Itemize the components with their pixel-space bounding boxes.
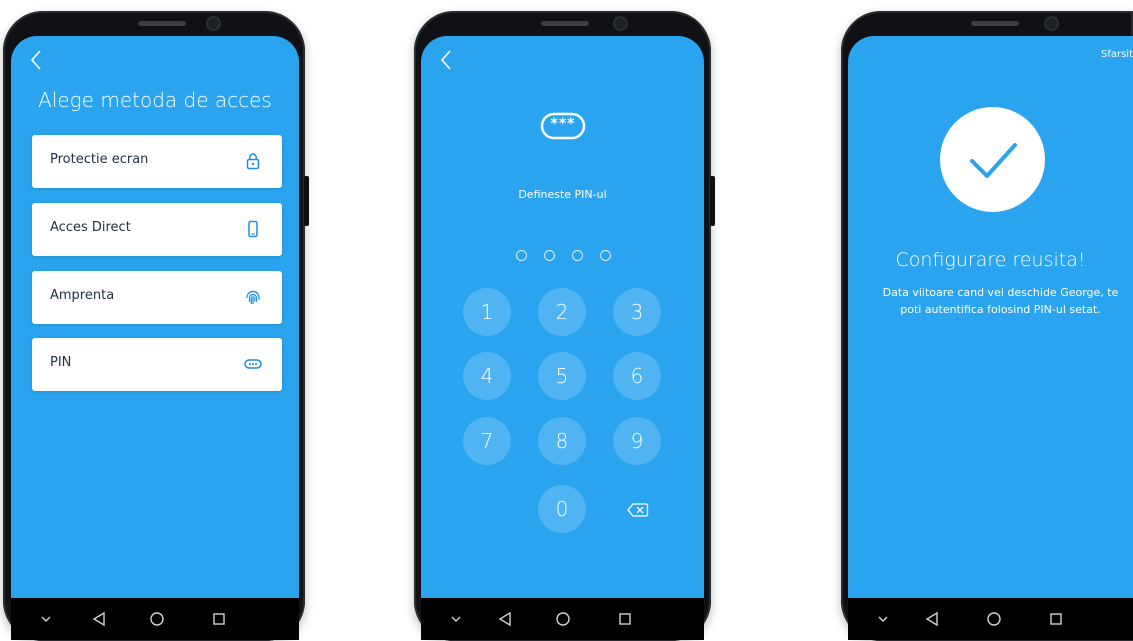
backspace-icon[interactable]: [627, 502, 649, 518]
keypad-key-1[interactable]: 1: [463, 288, 511, 336]
recents-square-icon[interactable]: [1048, 608, 1064, 630]
method-label: Protectie ecran: [50, 152, 149, 167]
phone-speaker: [138, 21, 186, 26]
pin-badge-icon: ***: [539, 108, 587, 148]
success-check-icon: [940, 107, 1045, 212]
android-navbar: [11, 598, 299, 640]
pin-subtitle: Defineste PIN-ul: [518, 188, 607, 201]
phone-camera: [1046, 18, 1057, 29]
chevron-down-icon[interactable]: [39, 608, 53, 630]
back-arrow-icon[interactable]: [437, 48, 457, 72]
phone-setup-success: Sfarsit Configurare reusita! Data viitoa…: [841, 11, 1133, 641]
keypad-key-7[interactable]: 7: [463, 417, 511, 465]
back-arrow-icon[interactable]: [27, 48, 47, 72]
pin-dot: [572, 250, 583, 261]
phone-speaker: [971, 21, 1019, 26]
page-title: Alege metoda de acces: [38, 88, 272, 112]
screen-setup-success: Sfarsit Configurare reusita! Data viitoa…: [848, 36, 1133, 640]
phone-icon: [248, 220, 258, 238]
keypad-key-9[interactable]: 9: [613, 417, 661, 465]
back-triangle-icon[interactable]: [91, 608, 107, 630]
phone-side-button: [710, 176, 715, 226]
phone-camera: [208, 18, 219, 29]
recents-square-icon[interactable]: [211, 608, 227, 630]
android-navbar: [421, 598, 704, 640]
keypad-key-8[interactable]: 8: [538, 417, 586, 465]
phone-camera: [615, 18, 626, 29]
success-message-line: poti autentifica folosind PIN-ul setat.: [900, 303, 1101, 316]
screen-access-method: Alege metoda de acces Protectie ecran Ac…: [11, 36, 299, 640]
success-message: Data viitoare cand vei deschide George, …: [848, 284, 1133, 318]
pin-dot: [516, 250, 527, 261]
method-pin[interactable]: PIN: [32, 338, 282, 391]
keypad-key-5[interactable]: 5: [538, 352, 586, 400]
back-triangle-icon[interactable]: [497, 608, 513, 630]
keypad-key-0[interactable]: 0: [538, 485, 586, 533]
home-circle-icon[interactable]: [986, 608, 1002, 630]
lock-icon: [246, 153, 260, 170]
phone-pin-setup: *** Defineste PIN-ul 1 2 3 4 5 6 7 8 9 0: [414, 11, 715, 641]
phone-speaker: [541, 21, 589, 26]
pin-dot: [544, 250, 555, 261]
chevron-down-icon[interactable]: [876, 608, 890, 630]
keypad-key-4[interactable]: 4: [463, 352, 511, 400]
android-navbar: [848, 598, 1133, 640]
fingerprint-icon: [246, 290, 260, 304]
keypad-key-2[interactable]: 2: [538, 288, 586, 336]
method-label: Amprenta: [50, 288, 115, 303]
home-circle-icon[interactable]: [149, 608, 165, 630]
method-label: Acces Direct: [50, 220, 131, 235]
pin-dot: [600, 250, 611, 261]
success-title: Configurare reusita!: [895, 249, 1086, 271]
method-fingerprint[interactable]: Amprenta: [32, 271, 282, 324]
success-message-line: Data viitoare cand vei deschide George, …: [882, 286, 1119, 299]
keypad-key-6[interactable]: 6: [613, 352, 661, 400]
method-direct-access[interactable]: Acces Direct: [32, 203, 282, 256]
finish-link[interactable]: Sfarsit: [1101, 49, 1133, 60]
method-label: PIN: [50, 355, 72, 370]
pin-badge-text: ***: [550, 116, 576, 132]
phone-access-method: Alege metoda de acces Protectie ecran Ac…: [3, 11, 309, 641]
recents-square-icon[interactable]: [617, 608, 633, 630]
method-screen-lock[interactable]: Protectie ecran: [32, 135, 282, 188]
home-circle-icon[interactable]: [555, 608, 571, 630]
chevron-down-icon[interactable]: [449, 608, 463, 630]
keypad-key-3[interactable]: 3: [613, 288, 661, 336]
canvas: Alege metoda de acces Protectie ecran Ac…: [0, 0, 1133, 641]
back-triangle-icon[interactable]: [924, 608, 940, 630]
pin-dots-icon: [244, 359, 262, 369]
phone-side-button: [304, 176, 309, 226]
screen-pin-setup: *** Defineste PIN-ul 1 2 3 4 5 6 7 8 9 0: [421, 36, 704, 640]
